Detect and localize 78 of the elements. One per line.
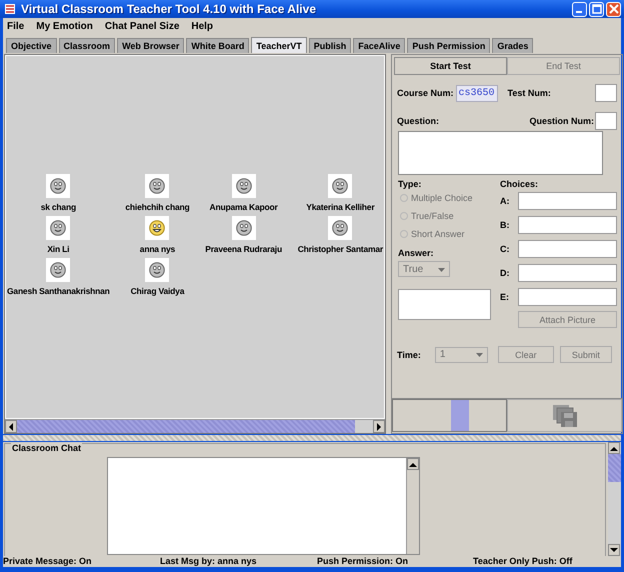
up-arrow-icon[interactable]	[610, 446, 618, 450]
question-number-field[interactable]	[595, 112, 617, 130]
smiley-face-icon[interactable]	[46, 258, 70, 282]
horizontal-scrollbar[interactable]	[5, 419, 385, 433]
vertical-scrollbar[interactable]	[608, 442, 621, 556]
tab[interactable]: White Board	[186, 38, 250, 53]
tab[interactable]: TeacherVT	[251, 37, 307, 53]
choice-label: B:	[500, 220, 510, 230]
tab[interactable]: Grades	[492, 38, 534, 53]
panel-title: Classroom Chat	[11, 443, 82, 453]
tab[interactable]: Web Browser	[117, 38, 184, 53]
smiley-face-icon[interactable]	[46, 216, 70, 240]
student-name: Ykaterina Kelliher	[306, 202, 374, 213]
tab[interactable]: Publish	[308, 38, 352, 53]
app-icon	[3, 2, 17, 16]
section-label: Choices:	[500, 179, 540, 189]
down-arrow-icon[interactable]	[610, 548, 618, 552]
smiley-face-icon[interactable]	[328, 174, 352, 198]
menu-item[interactable]: My Emotion	[36, 20, 93, 32]
choice-field[interactable]	[518, 264, 617, 282]
status-text: Push Permission: On	[317, 556, 410, 567]
left-arrow-icon[interactable]	[8, 422, 14, 430]
section-label: Type:	[398, 179, 422, 189]
tab[interactable]: Classroom	[58, 38, 116, 53]
tab[interactable]: Objective	[6, 38, 57, 53]
status-text: Last Msg by: anna nys	[160, 556, 258, 567]
question-text-area[interactable]	[398, 131, 603, 175]
choice-label: A:	[500, 196, 510, 206]
test-number-field[interactable]	[595, 84, 617, 102]
student-name: Praveena Rudraraju	[205, 244, 282, 255]
field-label: Question Num:	[530, 116, 594, 126]
menu-item[interactable]: Help	[191, 20, 214, 32]
status-text: Private Message: On	[3, 556, 93, 567]
smiley-face-icon[interactable]	[145, 216, 170, 240]
close-button[interactable]	[606, 2, 621, 16]
student-name: Ganesh Santhanakrishnan	[7, 286, 110, 297]
menu-item[interactable]: Chat Panel Size	[104, 20, 180, 32]
choice-field[interactable]	[518, 240, 617, 258]
tab[interactable]: Push Permission	[407, 38, 490, 53]
choice-field[interactable]	[518, 216, 617, 234]
choice-label: C:	[500, 244, 510, 254]
student-name: Xin Li	[47, 244, 70, 255]
smiley-face-icon[interactable]	[232, 174, 256, 198]
choice-label: E:	[500, 292, 510, 302]
close-icon	[608, 4, 618, 14]
window-title: Virtual Classroom Teacher Tool 4.10 with Face Alive	[21, 2, 317, 16]
choice-label: D:	[500, 268, 510, 278]
up-arrow-icon[interactable]	[409, 462, 417, 466]
status-text: Teacher Only Push: Off	[473, 556, 572, 567]
smiley-face-icon[interactable]	[232, 216, 256, 240]
field-label: Question:	[397, 116, 439, 126]
section-label: Answer:	[398, 248, 435, 258]
student-name: Chirag Vaidya	[130, 286, 184, 297]
minimize-button[interactable]	[572, 2, 587, 16]
field-label: Test Num:	[508, 88, 552, 98]
choice-field[interactable]	[518, 288, 617, 306]
smiley-face-icon[interactable]	[145, 258, 170, 282]
student-name: Christopher Santamar	[298, 244, 383, 255]
field-label: Time:	[397, 350, 421, 360]
button[interactable]: Start Test	[394, 57, 507, 75]
choice-field[interactable]	[518, 192, 617, 210]
minimize-icon	[576, 11, 582, 13]
answer-text-area[interactable]	[398, 289, 491, 320]
smiley-face-icon[interactable]	[145, 174, 170, 198]
tab[interactable]: FaceAlive	[353, 38, 406, 53]
course-number-field[interactable]: cs3650	[456, 84, 498, 102]
student-name: Anupama Kapoor	[210, 202, 278, 213]
student-name: sk chang	[40, 202, 76, 213]
menu-item[interactable]: File	[7, 20, 24, 32]
floppy-disks-icon[interactable]	[552, 404, 576, 426]
right-arrow-icon[interactable]	[376, 422, 382, 430]
smiley-face-icon[interactable]	[328, 216, 352, 240]
maximize-icon	[592, 4, 602, 14]
student-name: chiehchih chang	[125, 202, 190, 213]
maximize-button[interactable]	[589, 2, 604, 16]
field-label: Course Num:	[397, 88, 454, 98]
smiley-face-icon[interactable]	[46, 174, 70, 198]
student-name: anna nys	[140, 244, 176, 255]
